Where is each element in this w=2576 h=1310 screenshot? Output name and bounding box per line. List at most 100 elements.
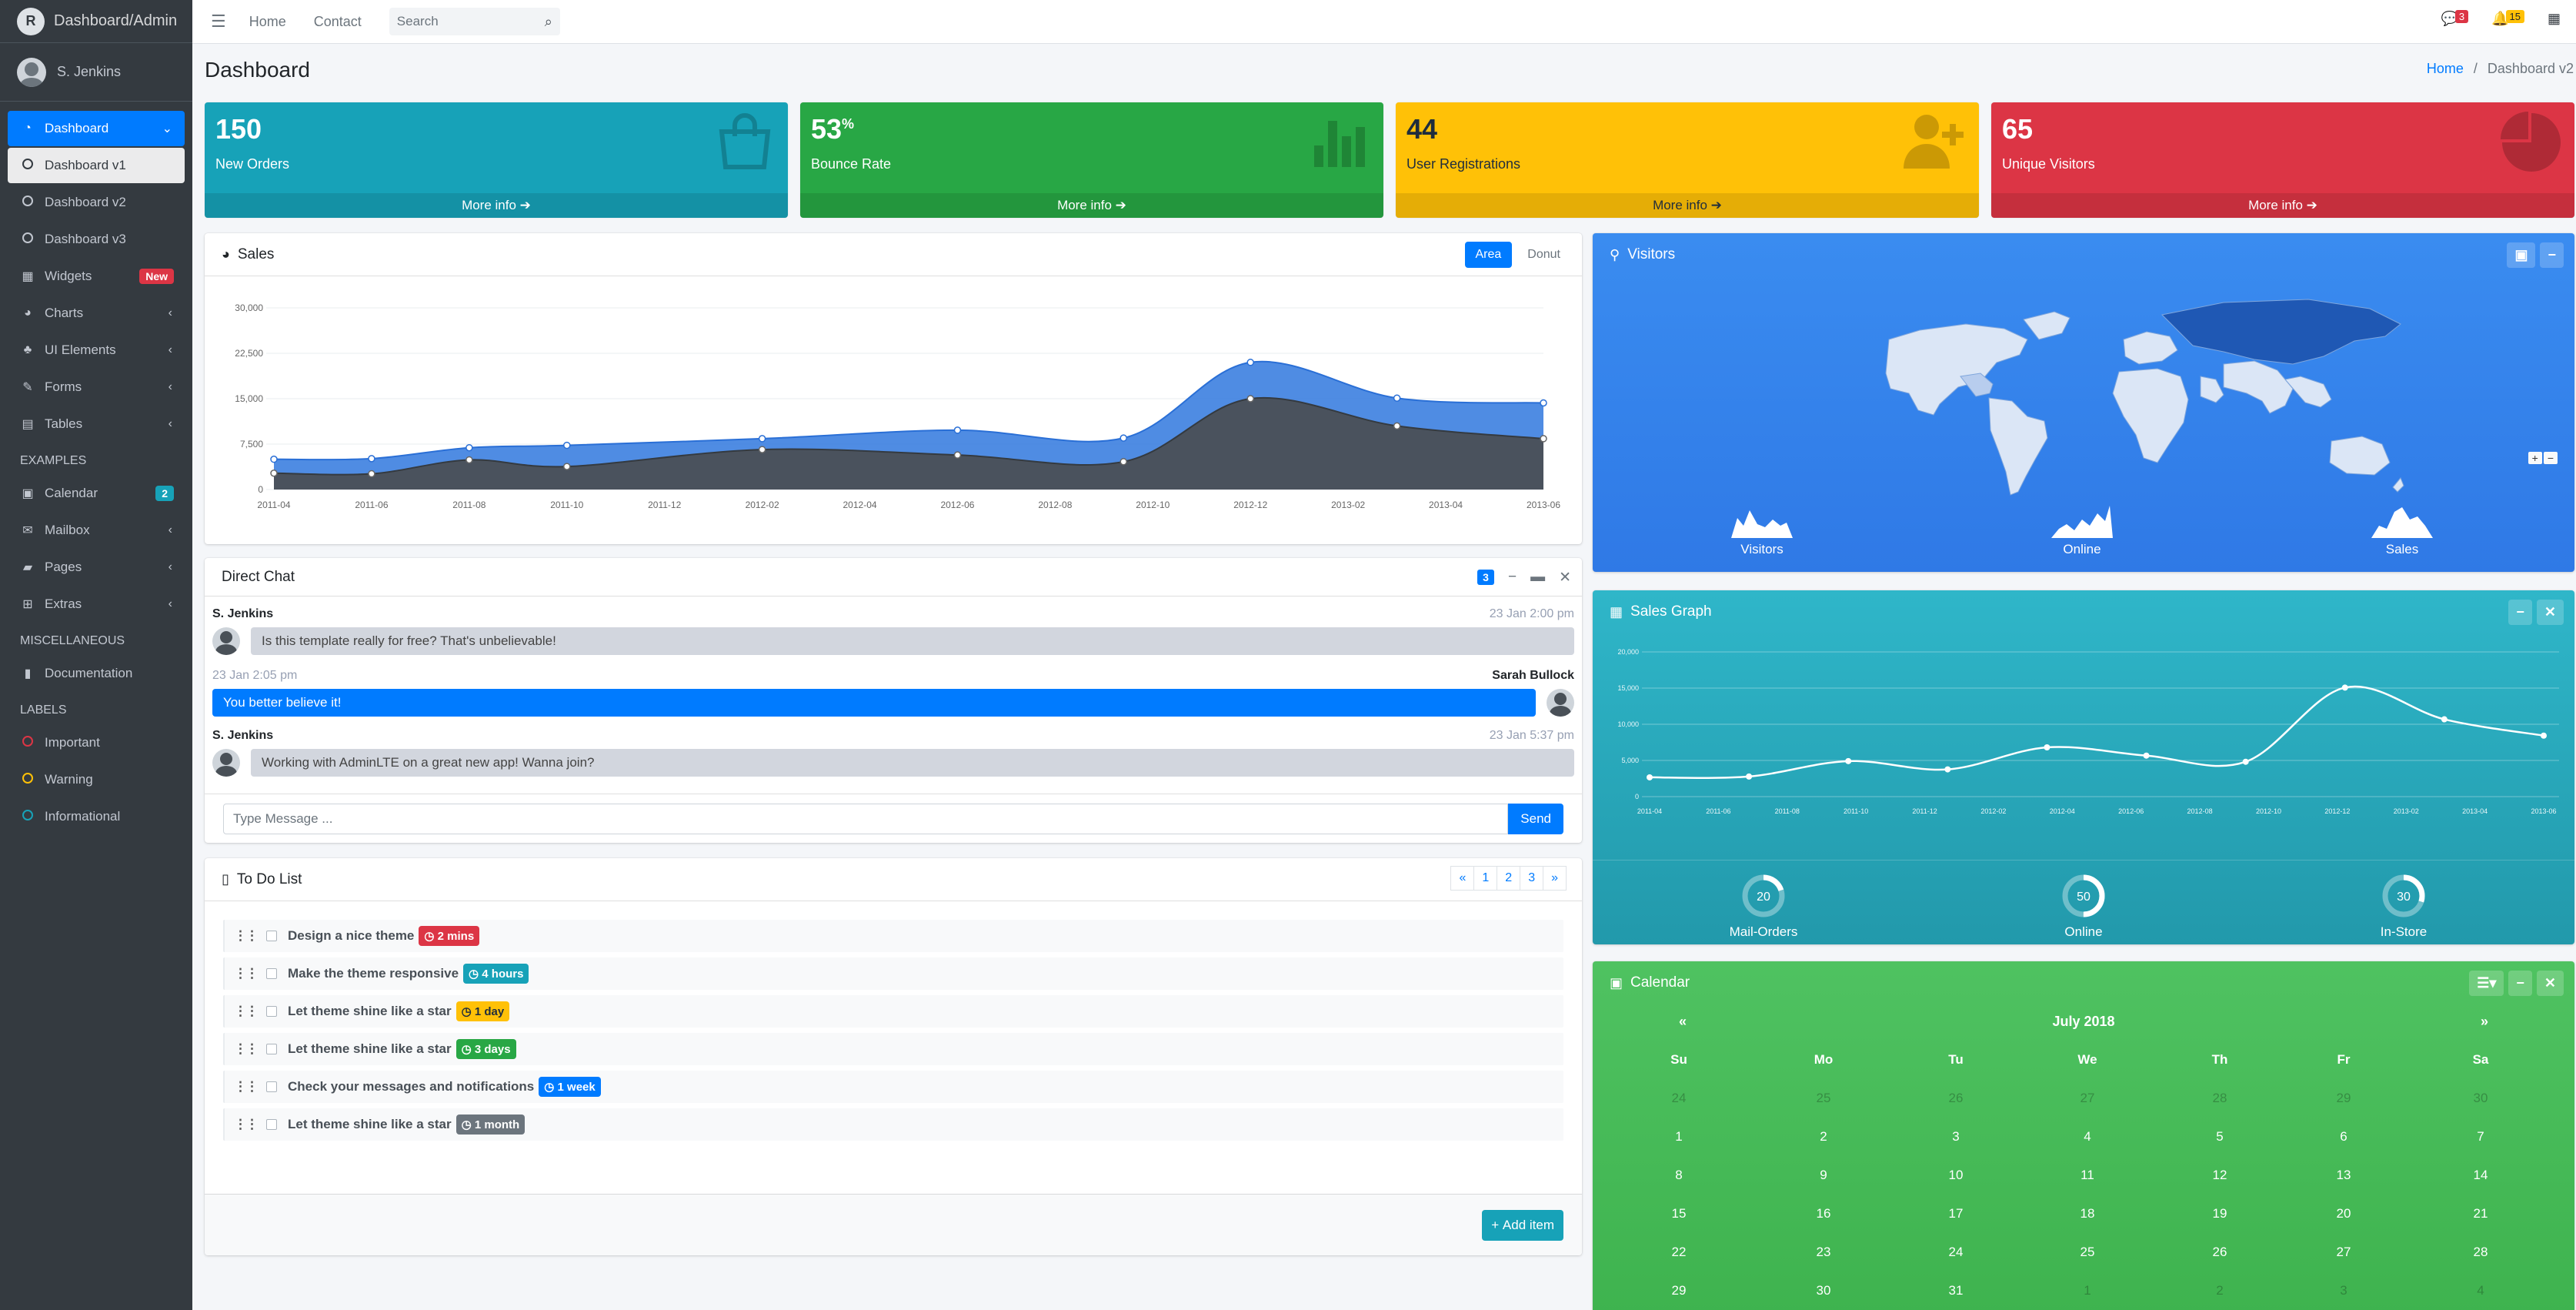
calendar-day[interactable]: 19 xyxy=(2197,1206,2243,1221)
more-info-link[interactable]: More info ➔ xyxy=(800,193,1383,218)
nav-link-contact[interactable]: Contact xyxy=(314,14,362,30)
collapse-button[interactable]: − xyxy=(2508,599,2532,625)
calendar-day[interactable]: 10 xyxy=(1933,1168,1979,1183)
sidebar-item-important[interactable]: Important xyxy=(8,725,185,760)
calendar-day[interactable]: 30 xyxy=(2458,1091,2504,1106)
notifications-dropdown[interactable]: 🔔15 xyxy=(2491,10,2524,27)
sidebar-item-tables[interactable]: ▤ Tables ‹ xyxy=(8,406,185,442)
zoom-out-button[interactable]: − xyxy=(2543,452,2558,464)
calendar-day[interactable]: 9 xyxy=(1800,1168,1847,1183)
page-next[interactable]: » xyxy=(1543,866,1567,891)
calendar-day[interactable]: 11 xyxy=(2064,1168,2111,1183)
calendar-day[interactable]: 5 xyxy=(2197,1129,2243,1145)
sidebar-item-calendar[interactable]: ▣ Calendar 2 xyxy=(8,476,185,511)
more-info-link[interactable]: More info ➔ xyxy=(205,193,788,218)
sidebar-item-mailbox[interactable]: ✉ Mailbox ‹ xyxy=(8,513,185,548)
drag-handle-icon[interactable]: ⋮⋮ xyxy=(234,1004,259,1019)
brand-link[interactable]: R Dashboard/Admin xyxy=(0,0,192,43)
calendar-day[interactable]: 30 xyxy=(1800,1283,1847,1298)
more-info-link[interactable]: More info ➔ xyxy=(1991,193,2574,218)
calendar-day[interactable]: 1 xyxy=(1656,1129,1702,1145)
calendar-day[interactable]: 27 xyxy=(2064,1091,2111,1106)
search-icon[interactable]: ⌕ xyxy=(545,14,552,30)
todo-item[interactable]: ⋮⋮ Design a nice theme ◷ 2 mins xyxy=(223,920,1563,952)
sidebar-item-informational[interactable]: Informational xyxy=(8,799,185,834)
sidebar-item-dashboard[interactable]: ◔ Dashboard ⌄ xyxy=(8,111,185,146)
todo-checkbox[interactable] xyxy=(266,1119,277,1130)
calendar-day[interactable]: 2 xyxy=(2197,1283,2243,1298)
sidebar-item-warning[interactable]: Warning xyxy=(8,762,185,797)
sidebar-item-documentation[interactable]: ▮ Documentation xyxy=(8,656,185,691)
add-item-button[interactable]: + Add item xyxy=(1482,1210,1563,1241)
todo-checkbox[interactable] xyxy=(266,1044,277,1054)
todo-checkbox[interactable] xyxy=(266,968,277,979)
sidebar-item-widgets[interactable]: ▦ Widgets New xyxy=(8,259,185,294)
calendar-day[interactable]: 26 xyxy=(1933,1091,1979,1106)
hamburger-menu-icon[interactable]: ☰ xyxy=(211,12,226,32)
zoom-in-button[interactable]: + xyxy=(2528,452,2542,464)
sidebar-item-forms[interactable]: ✎ Forms ‹ xyxy=(8,369,185,405)
todo-item[interactable]: ⋮⋮ Let theme shine like a star ◷ 1 day xyxy=(223,995,1563,1028)
drag-handle-icon[interactable]: ⋮⋮ xyxy=(234,966,259,981)
calendar-day[interactable]: 25 xyxy=(2064,1245,2111,1260)
nav-link-home[interactable]: Home xyxy=(249,14,286,30)
calendar-next[interactable]: » xyxy=(2481,1014,2488,1030)
calendar-icon[interactable]: ▣ xyxy=(2507,242,2536,268)
page-2[interactable]: 2 xyxy=(1497,866,1521,891)
breadcrumb-home[interactable]: Home xyxy=(2427,61,2464,76)
minus-icon[interactable]: − xyxy=(1508,569,1517,586)
drag-handle-icon[interactable]: ⋮⋮ xyxy=(234,928,259,944)
todo-checkbox[interactable] xyxy=(266,931,277,941)
calendar-day[interactable]: 13 xyxy=(2321,1168,2367,1183)
todo-item[interactable]: ⋮⋮ Let theme shine like a star ◷ 1 month xyxy=(223,1108,1563,1141)
close-icon[interactable]: ✕ xyxy=(1559,569,1571,586)
todo-item[interactable]: ⋮⋮ Make the theme responsive ◷ 4 hours xyxy=(223,957,1563,990)
calendar-day[interactable]: 28 xyxy=(2197,1091,2243,1106)
calendar-day[interactable]: 20 xyxy=(2321,1206,2367,1221)
calendar-day[interactable]: 4 xyxy=(2064,1129,2111,1145)
send-button[interactable]: Send xyxy=(1508,803,1563,834)
calendar-day[interactable]: 24 xyxy=(1933,1245,1979,1260)
calendar-day[interactable]: 3 xyxy=(1933,1129,1979,1145)
more-info-link[interactable]: More info ➔ xyxy=(1396,193,1979,218)
calendar-day[interactable]: 16 xyxy=(1800,1206,1847,1221)
calendar-day[interactable]: 17 xyxy=(1933,1206,1979,1221)
page-prev[interactable]: « xyxy=(1450,866,1475,891)
calendar-day[interactable]: 21 xyxy=(2458,1206,2504,1221)
calendar-day[interactable]: 31 xyxy=(1933,1283,1979,1298)
todo-checkbox[interactable] xyxy=(266,1081,277,1092)
close-button[interactable]: ✕ xyxy=(2536,970,2564,996)
close-button[interactable]: ✕ xyxy=(2536,599,2564,625)
calendar-day[interactable]: 4 xyxy=(2458,1283,2504,1298)
sidebar-item-charts[interactable]: ◕ Charts ‹ xyxy=(8,296,185,331)
calendar-day[interactable]: 25 xyxy=(1800,1091,1847,1106)
calendar-day[interactable]: 26 xyxy=(2197,1245,2243,1260)
sidebar-item-dashboard-v3[interactable]: Dashboard v3 xyxy=(8,222,185,257)
bars-dropdown-icon[interactable]: ☰▾ xyxy=(2469,970,2504,996)
sidebar-item-ui-elements[interactable]: ♣ UI Elements ‹ xyxy=(8,333,185,368)
calendar-day[interactable]: 12 xyxy=(2197,1168,2243,1183)
drag-handle-icon[interactable]: ⋮⋮ xyxy=(234,1079,259,1094)
todo-checkbox[interactable] xyxy=(266,1006,277,1017)
sidebar-item-dashboard-v2[interactable]: Dashboard v2 xyxy=(8,185,185,220)
calendar-day[interactable]: 2 xyxy=(1800,1129,1847,1145)
calendar-day[interactable]: 3 xyxy=(2321,1283,2367,1298)
calendar-day[interactable]: 28 xyxy=(2458,1245,2504,1260)
calendar-day[interactable]: 23 xyxy=(1800,1245,1847,1260)
page-1[interactable]: 1 xyxy=(1473,866,1498,891)
calendar-day[interactable]: 27 xyxy=(2321,1245,2367,1260)
chat-message-input[interactable]: Type Message ... xyxy=(223,803,1509,834)
calendar-day[interactable]: 6 xyxy=(2321,1129,2367,1145)
drag-handle-icon[interactable]: ⋮⋮ xyxy=(234,1117,259,1132)
user-panel[interactable]: S. Jenkins xyxy=(0,43,192,102)
todo-item[interactable]: ⋮⋮ Check your messages and notifications ◷… xyxy=(223,1071,1563,1103)
search-input[interactable]: Search ⌕ xyxy=(389,8,560,35)
calendar-day[interactable]: 1 xyxy=(2064,1283,2111,1298)
tab-donut[interactable]: Donut xyxy=(1517,242,1571,268)
collapse-button[interactable]: − xyxy=(2508,970,2532,996)
calendar-day[interactable]: 7 xyxy=(2458,1129,2504,1145)
calendar-day[interactable]: 18 xyxy=(2064,1206,2111,1221)
calendar-day[interactable]: 14 xyxy=(2458,1168,2504,1183)
calendar-month[interactable]: July 2018 xyxy=(1593,1014,2574,1030)
apps-grid-icon[interactable]: ▦ xyxy=(2548,11,2561,27)
